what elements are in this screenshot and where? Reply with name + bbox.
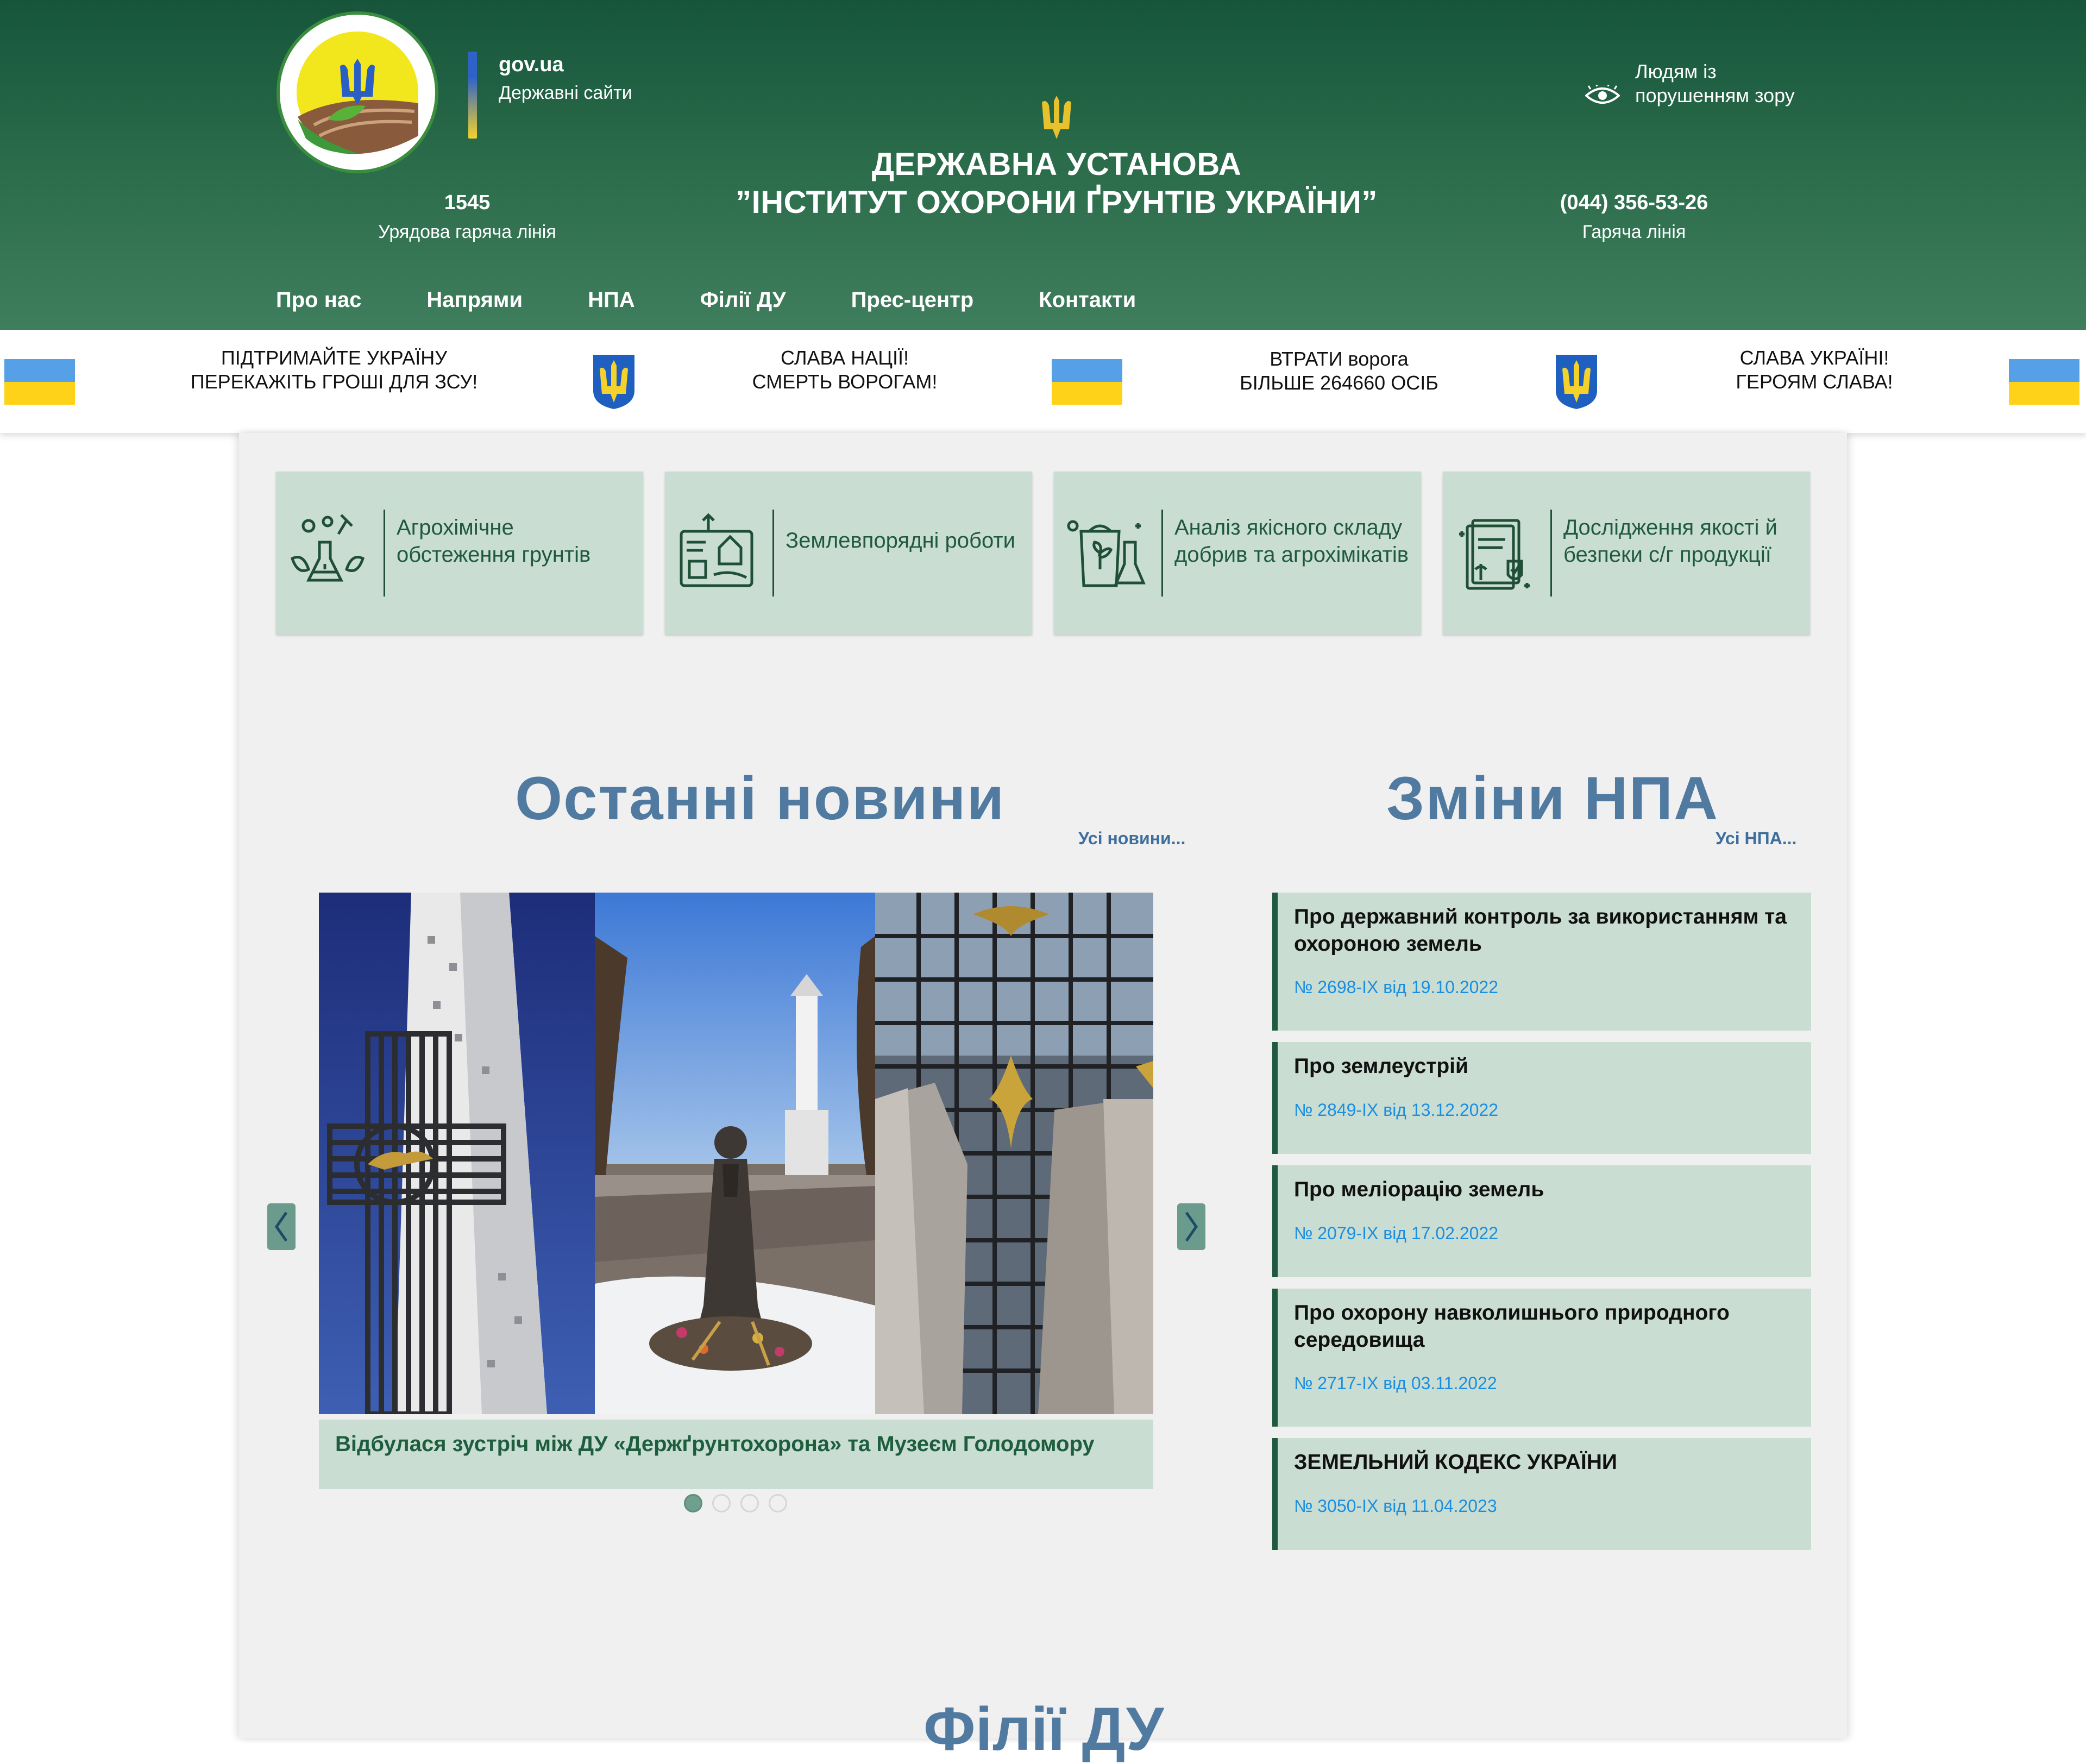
service-card-line1: Аналіз якісного складу (1174, 516, 1403, 539)
gov-ua-link[interactable]: gov.ua (499, 53, 564, 77)
service-card-line2: обстеження грунтів (397, 543, 591, 567)
service-card-line1: Агрохімічне (397, 516, 514, 539)
npa-list-item[interactable]: Про державний контроль за використанням … (1272, 893, 1811, 1031)
service-card-fertilizer-analysis[interactable]: Аналіз якісного складу добрив та агрохім… (1054, 472, 1421, 635)
banner-message: СЛАВА УКРАЇНІ! ГЕРОЯМ СЛАВА! (1624, 346, 2005, 394)
gov-sites-label[interactable]: Державні сайти (499, 83, 632, 104)
coat-of-arms-icon (591, 353, 637, 410)
eye-icon[interactable] (1584, 83, 1621, 106)
npa-list-item[interactable]: Про меліорацію земель № 2079-IX від 17.0… (1272, 1165, 1811, 1277)
all-news-link[interactable]: Усі новини... (1078, 828, 1185, 849)
news-section-title: Останні новини (515, 764, 1006, 832)
banner-message-line1: ВТРАТИ ворога (1270, 348, 1409, 370)
slider-dot[interactable] (712, 1494, 731, 1512)
npa-list-item[interactable]: Про землеустрій № 2849-IX від 13.12.2022 (1272, 1042, 1811, 1154)
banner-message-line1: СЛАВА УКРАЇНІ! (1739, 347, 1889, 369)
banner-message: ПІДТРИМАЙТЕ УКРАЇНУ ПЕРЕКАЖІТЬ ГРОШІ ДЛЯ… (144, 346, 524, 394)
service-card-product-quality[interactable]: Дослідження якості й безпеки с/г продукц… (1443, 472, 1810, 635)
slide-caption[interactable]: Відбулася зустріч між ДУ «Держґрунтохоро… (335, 1432, 1095, 1457)
service-card-line2: безпеки с/г продукції (1563, 543, 1771, 567)
service-card-line1: Дослідження якості й (1563, 516, 1777, 539)
accessibility-link[interactable]: Людям із порушенням зору (1635, 60, 1795, 108)
npa-item-title[interactable]: Про землеустрій (1294, 1053, 1805, 1080)
ukraine-flag-icon (1052, 359, 1122, 405)
nav-item-directions[interactable]: Напрями (426, 288, 523, 312)
nav-item-about[interactable]: Про нас (276, 288, 361, 312)
chevron-right-icon (1185, 1211, 1198, 1242)
organization-title-line2: ”ІНСТИТУТ ОХОРОНИ ҐРУНТІВ УКРАЇНИ” (736, 185, 1378, 220)
site-header: gov.ua Державні сайти ДЕРЖАВНА УСТАНОВА … (0, 0, 2086, 330)
npa-item-title[interactable]: Про державний контроль за використанням … (1294, 903, 1805, 958)
service-card-line2: добрив та агрохімікатів (1174, 543, 1409, 567)
npa-list-item[interactable]: ЗЕМЕЛЬНИЙ КОДЕКС УКРАЇНИ № 3050-IX від 1… (1272, 1438, 1811, 1550)
chevron-left-icon (274, 1211, 288, 1242)
slider-dot-active[interactable] (684, 1494, 702, 1512)
banner-message-line2: СМЕРТЬ ВОРОГАМ! (752, 371, 938, 393)
npa-section-title: Зміни НПА (1386, 764, 1719, 832)
land-map-icon (676, 510, 757, 597)
ukraine-flag-icon (2009, 359, 2079, 405)
banner-message-line2: ПЕРЕКАЖІТЬ ГРОШІ ДЛЯ ЗСУ! (190, 371, 478, 393)
slide-photo-memorial-stones (875, 893, 1153, 1414)
banner-message-line1: СЛАВА НАЦІЇ! (781, 347, 909, 369)
quality-document-icon (1454, 510, 1535, 597)
service-card-agrochemical[interactable]: Агрохімічне обстеження грунтів (276, 472, 643, 635)
patriotic-banner: ПІДТРИМАЙТЕ УКРАЇНУ ПЕРЕКАЖІТЬ ГРОШІ ДЛЯ… (0, 330, 2086, 433)
trident-icon (1041, 96, 1072, 139)
government-hotline-label: Урядова гаряча лінія (378, 222, 556, 242)
card-separator (1161, 510, 1163, 597)
npa-item-title[interactable]: Про меліорацію земель (1294, 1176, 1805, 1203)
banner-message-line1: ПІДТРИМАЙТЕ УКРАЇНУ (221, 347, 448, 369)
service-card-label: Агрохімічне обстеження грунтів (397, 514, 590, 568)
card-separator (1550, 510, 1552, 597)
organization-title-line1: ДЕРЖАВНА УСТАНОВА (871, 147, 1242, 182)
banner-message-line2: БІЛЬШЕ 264660 ОСІБ (1240, 372, 1438, 394)
service-card-label: Дослідження якості й безпеки с/г продукц… (1563, 514, 1777, 568)
slide-photo-statue (595, 893, 875, 1414)
nav-item-press-center[interactable]: Прес-центр (851, 288, 974, 312)
service-card-label: Землевпорядні роботи (786, 527, 1015, 554)
npa-item-title[interactable]: Про охорону навколишнього природного сер… (1294, 1300, 1805, 1354)
npa-list-item[interactable]: Про охорону навколишнього природного сер… (1272, 1289, 1811, 1427)
card-separator (772, 510, 774, 597)
ukraine-flag-icon (4, 359, 75, 405)
npa-item-reference[interactable]: № 2717-IX від 03.11.2022 (1294, 1373, 1497, 1393)
npa-item-reference[interactable]: № 3050-IX від 11.04.2023 (1294, 1496, 1497, 1516)
main-navigation: Про нас Напрями НПА Філії ДУ Прес-центр … (276, 288, 1201, 312)
slide-photo-monument (319, 893, 595, 1414)
gov-ua-accent-bar (468, 52, 477, 139)
banner-message-line2: ГЕРОЯМ СЛАВА! (1736, 371, 1893, 393)
banner-message: ВТРАТИ ворога БІЛЬШЕ 264660 ОСІБ (1149, 347, 1529, 395)
service-card-label: Аналіз якісного складу добрив та агрохім… (1174, 514, 1409, 568)
slider-prev-button[interactable] (267, 1203, 296, 1250)
slider-next-button[interactable] (1177, 1203, 1205, 1250)
npa-item-reference[interactable]: № 2849-IX від 13.12.2022 (1294, 1100, 1498, 1120)
organization-title: ДЕРЖАВНА УСТАНОВА ”ІНСТИТУТ ОХОРОНИ ҐРУН… (652, 146, 1461, 222)
soil-lab-icon (287, 510, 368, 597)
hotline-label: Гаряча лінія (1582, 222, 1686, 242)
nav-item-npa[interactable]: НПА (588, 288, 635, 312)
fertilizer-icon (1065, 510, 1146, 597)
banner-message: СЛАВА НАЦІЇ! СМЕРТЬ ВОРОГАМ! (655, 346, 1035, 394)
npa-item-reference[interactable]: № 2079-IX від 17.02.2022 (1294, 1223, 1498, 1244)
nav-item-branches[interactable]: Філії ДУ (700, 288, 786, 312)
hotline-number[interactable]: (044) 356-53-26 (1525, 191, 1743, 215)
institute-logo[interactable] (276, 11, 439, 174)
npa-item-title[interactable]: ЗЕМЕЛЬНИЙ КОДЕКС УКРАЇНИ (1294, 1449, 1805, 1476)
coat-of-arms-icon (1554, 353, 1599, 410)
accessibility-line1: Людям із (1635, 60, 1717, 83)
slider-dot[interactable] (740, 1494, 759, 1512)
npa-item-reference[interactable]: № 2698-IX від 19.10.2022 (1294, 977, 1498, 997)
accessibility-line2: порушенням зору (1635, 84, 1795, 106)
news-slider-image[interactable] (319, 893, 1153, 1414)
all-npa-link[interactable]: Усі НПА... (1716, 828, 1796, 849)
slider-dot[interactable] (769, 1494, 787, 1512)
branches-section-title: Філії ДУ (923, 1695, 1164, 1763)
service-card-land-management[interactable]: Землевпорядні роботи (665, 472, 1032, 635)
card-separator (384, 510, 385, 597)
service-card-line1: Землевпорядні роботи (786, 529, 1015, 553)
nav-item-contacts[interactable]: Контакти (1039, 288, 1136, 312)
government-hotline-number[interactable]: 1545 (359, 191, 576, 215)
